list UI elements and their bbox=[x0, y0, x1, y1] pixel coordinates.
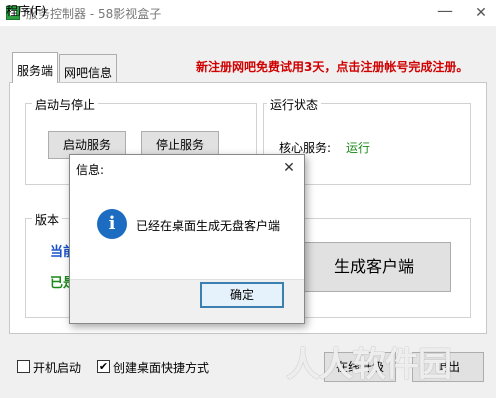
autostart-label: 开机启动 bbox=[33, 361, 82, 375]
dialog-ok-button[interactable]: 确定 bbox=[200, 282, 284, 308]
dialog-close-button[interactable]: ✕ bbox=[278, 158, 300, 178]
shortcut-checkbox[interactable]: ✔ bbox=[97, 360, 110, 373]
status-group-title: 运行状态 bbox=[267, 96, 322, 113]
close-window-button[interactable]: ✕ bbox=[466, 0, 496, 26]
version-group-title: 版本 bbox=[32, 211, 63, 228]
generate-client-button[interactable]: 生成客户端 bbox=[297, 242, 451, 292]
start-stop-group-title: 启动与停止 bbox=[32, 96, 99, 113]
minimize-button[interactable]: — bbox=[430, 0, 460, 26]
shortcut-label: 创建桌面快捷方式 bbox=[113, 361, 210, 375]
watermark: 人人软件园 bbox=[286, 345, 452, 385]
core-service-status: 运行 bbox=[346, 141, 371, 155]
tab-netbar-info[interactable]: 网吧信息 bbox=[59, 54, 118, 82]
tab-service[interactable]: 服务端 bbox=[12, 52, 59, 83]
menu-program[interactable]: 程序(F) bbox=[6, 2, 46, 19]
register-promo-link[interactable]: 新注册网吧免费试用3天，点击注册帐号完成注册。 bbox=[196, 58, 468, 75]
dialog-title: 信息: bbox=[76, 163, 105, 177]
window-title: 服务控制器 - 58影视盒子 bbox=[26, 7, 162, 21]
menu-bar bbox=[0, 26, 496, 46]
autostart-checkbox[interactable] bbox=[17, 360, 30, 373]
dialog-message: 已经在桌面生成无盘客户端 bbox=[136, 219, 281, 233]
info-icon: i bbox=[97, 209, 127, 239]
info-dialog: 信息: ✕ i 已经在桌面生成无盘客户端 确定 bbox=[69, 154, 305, 324]
